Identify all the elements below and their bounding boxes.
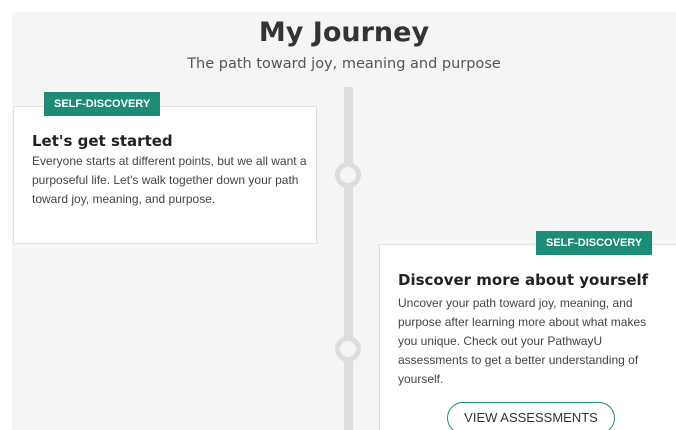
card-title: Let's get started (32, 132, 173, 150)
card-description: Everyone starts at different points, but… (32, 154, 307, 206)
card-description: Uncover your path toward joy, meaning, a… (398, 296, 647, 386)
category-badge: SELF-DISCOVERY (536, 231, 653, 255)
timeline-line (344, 87, 353, 430)
journey-card-discover: SELF-DISCOVERY Discover more about yours… (379, 231, 676, 430)
journey-card-get-started: SELF-DISCOVERY Let's get started Everyon… (13, 92, 317, 244)
journey-panel: My Journey The path toward joy, meaning … (12, 12, 676, 430)
timeline-node (335, 162, 361, 188)
page-title: My Journey (258, 17, 430, 48)
timeline-node (335, 336, 361, 362)
category-badge: SELF-DISCOVERY (44, 92, 161, 116)
page-subtitle: The path toward joy, meaning and purpose (187, 56, 501, 72)
view-assessments-button[interactable]: VIEW ASSESSMENTS (447, 402, 615, 430)
card-title: Discover more about yourself (398, 271, 649, 289)
